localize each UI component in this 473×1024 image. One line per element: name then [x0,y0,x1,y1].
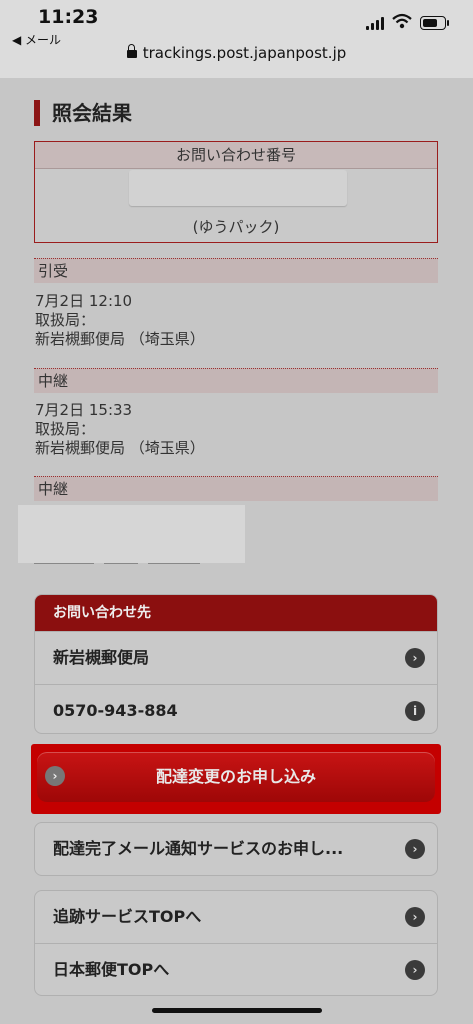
contact-header: お問い合わせ先 [35,595,437,631]
inquiry-label: お問い合わせ番号 [35,142,437,169]
delivery-change-label: 配達変更のお申し込み [155,767,316,786]
event-office: 新岩槻郵便局 （埼玉県） [35,439,205,457]
url-text: trackings.post.japanpost.jp [142,44,347,62]
status-header: 引受 [34,258,438,283]
redacted-area [18,505,245,563]
japanpost-top-label: 日本郵便TOPへ [53,960,170,979]
japanpost-top-link[interactable]: 日本郵便TOPへ › [35,943,437,995]
info-icon: i [405,701,425,721]
contact-card: お問い合わせ先 新岩槻郵便局 › 0570-943-884 i [34,594,438,734]
contact-office-link[interactable]: 新岩槻郵便局 › [35,631,437,684]
event-office-label: 取扱局： [35,311,96,329]
event-detail: 7月2日 12:10 取扱局： 新岩槻郵便局 （埼玉県） [35,292,205,349]
status-bar: 11:23 ◀ メール trackings.post.japanpost.jp [0,0,473,78]
chevron-right-icon: › [45,766,65,786]
status-header: 中継 [34,476,438,501]
contact-office-label: 新岩槻郵便局 [53,648,150,667]
package-type: (ゆうパック) [192,218,280,236]
home-indicator[interactable] [152,1008,322,1013]
mail-notify-button[interactable]: 配達完了メール通知サービスのお申し... › [35,823,437,875]
mail-notify-label: 配達完了メール通知サービスのお申し... [53,839,344,858]
chevron-right-icon: › [405,907,425,927]
delivery-change-button[interactable]: › 配達変更のお申し込み [37,752,435,802]
inquiry-box: お問い合わせ番号 (ゆうパック) [34,141,438,243]
status-header: 中継 [34,368,438,393]
page-title: 照会結果 [34,100,132,126]
inquiry-number-field [129,170,347,206]
links-card: 追跡サービスTOPへ › 日本郵便TOPへ › [34,890,438,996]
contact-phone-link[interactable]: 0570-943-884 i [35,684,437,733]
tracking-top-label: 追跡サービスTOPへ [53,907,202,926]
mail-notify-card: 配達完了メール通知サービスのお申し... › [34,822,438,876]
wifi-icon [392,13,412,29]
address-bar[interactable]: trackings.post.japanpost.jp [0,44,473,62]
chevron-right-icon: › [405,960,425,980]
event-datetime: 7月2日 12:10 [35,292,133,310]
chevron-right-icon: › [405,839,425,859]
tracking-top-link[interactable]: 追跡サービスTOPへ › [35,891,437,943]
page-content: 照会結果 お問い合わせ番号 (ゆうパック) 引受 7月2日 12:10 取扱局：… [0,78,473,1024]
event-office-label: 取扱局： [35,420,96,438]
contact-phone-label: 0570-943-884 [53,701,178,720]
clock: 11:23 [38,6,99,28]
event-datetime: 7月2日 15:33 [35,401,133,419]
battery-icon [420,16,449,30]
signal-icon [366,16,386,30]
chevron-right-icon: › [405,648,425,668]
delivery-change-highlight: › 配達変更のお申し込み [31,744,441,814]
event-office: 新岩槻郵便局 （埼玉県） [35,330,205,348]
event-detail: 7月2日 15:33 取扱局： 新岩槻郵便局 （埼玉県） [35,401,205,458]
lock-icon [126,44,137,58]
